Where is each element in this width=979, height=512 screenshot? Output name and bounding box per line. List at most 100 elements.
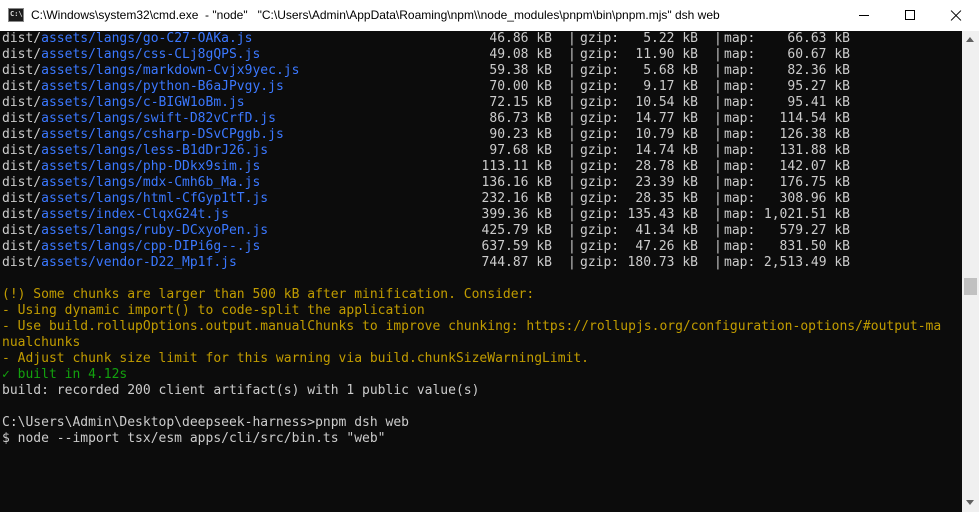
gzip-size: 11.90 kB bbox=[635, 47, 698, 62]
map-size: 66.63 kB bbox=[787, 31, 850, 46]
minimize-button[interactable] bbox=[841, 0, 887, 31]
scroll-up-arrow-icon[interactable] bbox=[966, 37, 974, 42]
asset-path: assets/index-ClqxG24t.js bbox=[41, 207, 229, 222]
dist-dir: dist/ bbox=[2, 223, 42, 238]
column-separator: | bbox=[714, 111, 722, 126]
asset-size: 97.68 kB bbox=[489, 143, 552, 158]
build-output-row: dist/assets/langs/markdown-Cvjx9yec.js 59… bbox=[2, 63, 850, 79]
window-title: C:\Windows\system32\cmd.exe - "node" "C:… bbox=[31, 8, 720, 22]
gzip-size: 10.54 kB bbox=[635, 95, 698, 110]
maximize-button[interactable] bbox=[887, 0, 933, 31]
build-output-row: dist/assets/langs/mdx-Cmh6b_Ma.js 136.16 … bbox=[2, 175, 850, 191]
gzip-size: 5.68 kB bbox=[643, 63, 698, 78]
gzip-size: 14.74 kB bbox=[635, 143, 698, 158]
asset-path: assets/langs/html-CfGyp1tT.js bbox=[41, 191, 269, 206]
column-separator: | bbox=[714, 47, 722, 62]
warning-line: nualchunks bbox=[2, 335, 81, 350]
column-separator: | bbox=[714, 207, 722, 222]
cmd-app-icon-text: C:\ bbox=[10, 10, 23, 18]
dist-dir: dist/ bbox=[2, 127, 42, 142]
gzip-size: 180.73 kB bbox=[627, 255, 698, 270]
dist-dir: dist/ bbox=[2, 191, 42, 206]
build-output-row: dist/assets/vendor-D22_Mp1f.js 744.87 kB |… bbox=[2, 255, 850, 271]
asset-path: assets/langs/c-BIGW1oBm.js bbox=[41, 95, 245, 110]
map-size: 126.38 kB bbox=[779, 127, 850, 142]
column-separator: | bbox=[714, 127, 722, 142]
column-separator: | bbox=[714, 175, 722, 190]
map-size: 95.27 kB bbox=[787, 79, 850, 94]
asset-size: 113.11 kB bbox=[481, 159, 552, 174]
map-size: 60.67 kB bbox=[787, 47, 850, 62]
map-size: 2,513.49 kB bbox=[763, 255, 850, 270]
column-separator: | bbox=[714, 95, 722, 110]
title-bar[interactable]: C:\ C:\Windows\system32\cmd.exe - "node"… bbox=[0, 0, 979, 31]
asset-size: 86.73 kB bbox=[489, 111, 552, 126]
dist-dir: dist/ bbox=[2, 207, 42, 222]
cmd-app-icon[interactable]: C:\ bbox=[8, 8, 24, 22]
column-separator: | bbox=[568, 207, 576, 222]
column-separator: | bbox=[714, 239, 722, 254]
column-separator: | bbox=[568, 127, 576, 142]
close-button[interactable] bbox=[933, 0, 979, 31]
gzip-size: 28.35 kB bbox=[635, 191, 698, 206]
build-output-row: dist/assets/langs/less-B1dDrJ26.js 97.68 … bbox=[2, 143, 850, 159]
gzip-size: 14.77 kB bbox=[635, 111, 698, 126]
column-separator: | bbox=[568, 79, 576, 94]
asset-path: assets/langs/mdx-Cmh6b_Ma.js bbox=[41, 175, 261, 190]
gzip-size: 41.34 kB bbox=[635, 223, 698, 238]
asset-path: assets/vendor-D22_Mp1f.js bbox=[41, 255, 237, 270]
column-separator: | bbox=[714, 191, 722, 206]
warning-line: - Adjust chunk size limit for this warni… bbox=[2, 351, 589, 366]
gzip-size: 23.39 kB bbox=[635, 175, 698, 190]
build-output-row: dist/assets/langs/css-CLj8gQPS.js 49.08 k… bbox=[2, 47, 850, 63]
built-text: built in 4.12s bbox=[9, 367, 128, 382]
column-separator: | bbox=[568, 255, 576, 270]
console-output[interactable]: dist/assets/langs/go-C27-OAKa.js 46.86 kB… bbox=[0, 31, 962, 512]
dist-dir: dist/ bbox=[2, 31, 42, 46]
build-output-row: dist/assets/langs/swift-D82vCrfD.js 86.73… bbox=[2, 111, 850, 127]
dist-dir: dist/ bbox=[2, 111, 42, 126]
asset-path: assets/langs/markdown-Cvjx9yec.js bbox=[41, 63, 300, 78]
map-size: 308.96 kB bbox=[779, 191, 850, 206]
asset-path: assets/langs/ruby-DCxyoPen.js bbox=[41, 223, 269, 238]
asset-path: assets/langs/python-B6aJPvgy.js bbox=[41, 79, 284, 94]
column-separator: | bbox=[568, 159, 576, 174]
build-output-row: dist/assets/langs/cpp-DIPi6g--.js 637.59 … bbox=[2, 239, 850, 255]
asset-size: 232.16 kB bbox=[481, 191, 552, 206]
gzip-size: 10.79 kB bbox=[635, 127, 698, 142]
map-size: 1,021.51 kB bbox=[763, 207, 850, 222]
column-separator: | bbox=[714, 63, 722, 78]
scrollbar-thumb[interactable] bbox=[964, 278, 977, 295]
column-separator: | bbox=[568, 31, 576, 46]
column-separator: | bbox=[568, 223, 576, 238]
scroll-down-arrow-icon[interactable] bbox=[966, 500, 974, 505]
maximize-icon bbox=[905, 10, 915, 20]
column-separator: | bbox=[714, 79, 722, 94]
vertical-scrollbar[interactable] bbox=[962, 31, 979, 512]
close-icon bbox=[950, 9, 962, 21]
asset-size: 399.36 kB bbox=[481, 207, 552, 222]
asset-size: 49.08 kB bbox=[489, 47, 552, 62]
build-output-row: dist/assets/index-ClqxG24t.js 399.36 kB | g… bbox=[2, 207, 850, 223]
warning-line: (!) Some chunks are larger than 500 kB a… bbox=[2, 287, 535, 302]
asset-path: assets/langs/swift-D82vCrfD.js bbox=[41, 111, 276, 126]
column-separator: | bbox=[568, 191, 576, 206]
map-size: 142.07 kB bbox=[779, 159, 850, 174]
column-separator: | bbox=[568, 239, 576, 254]
asset-size: 70.00 kB bbox=[489, 79, 552, 94]
dist-dir: dist/ bbox=[2, 159, 42, 174]
dist-dir: dist/ bbox=[2, 63, 42, 78]
gzip-size: 47.26 kB bbox=[635, 239, 698, 254]
dist-dir: dist/ bbox=[2, 255, 42, 270]
asset-size: 90.23 kB bbox=[489, 127, 552, 142]
prompt-line: C:\Users\Admin\Desktop\deepseek-harness>… bbox=[2, 415, 409, 430]
map-size: 831.50 kB bbox=[779, 239, 850, 254]
artifacts-line: build: recorded 200 client artifact(s) w… bbox=[2, 383, 480, 398]
build-output-row: dist/assets/langs/html-CfGyp1tT.js 232.16… bbox=[2, 191, 850, 207]
build-output-row: dist/assets/langs/php-DDkx9sim.js 113.11 … bbox=[2, 159, 850, 175]
dist-dir: dist/ bbox=[2, 143, 42, 158]
gzip-size: 9.17 kB bbox=[643, 79, 698, 94]
column-separator: | bbox=[714, 31, 722, 46]
dist-dir: dist/ bbox=[2, 175, 42, 190]
build-output-row: dist/assets/langs/go-C27-OAKa.js 46.86 kB… bbox=[2, 31, 850, 47]
